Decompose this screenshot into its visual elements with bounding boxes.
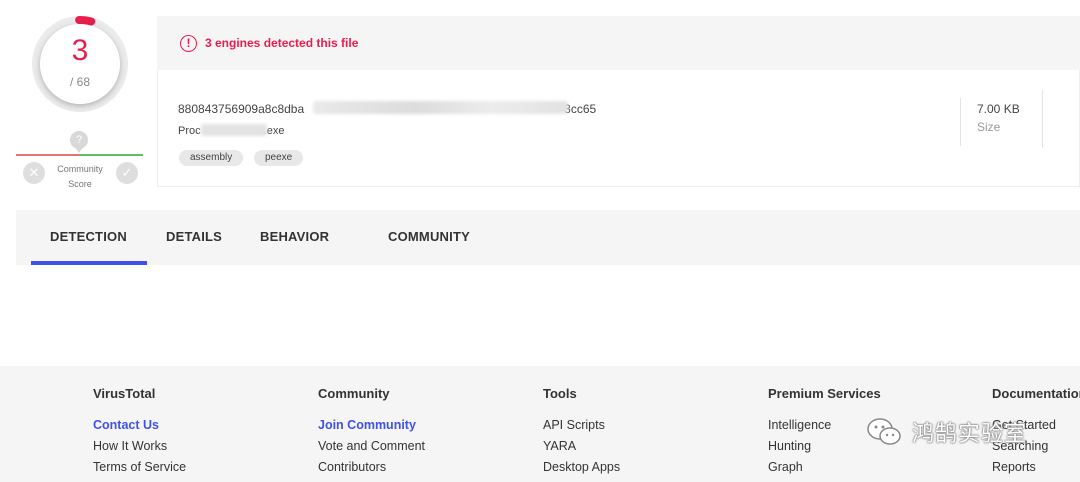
footer-heading: Tools xyxy=(543,386,577,401)
report-tabs: DETECTION DETAILS BEHAVIOR COMMUNITY xyxy=(16,210,1080,265)
community-score-label: Community Score xyxy=(48,162,112,192)
negative-bar xyxy=(16,154,79,156)
tab-detection[interactable]: DETECTION xyxy=(50,229,127,244)
name-redaction xyxy=(201,124,267,136)
page: 3 / 68 ? ✕ Community Score ✓ ! 3 engines… xyxy=(0,0,1080,482)
positive-bar xyxy=(79,154,143,156)
footer-heading: Community xyxy=(318,386,390,401)
footer-link-contributors[interactable]: Contributors xyxy=(318,457,425,478)
footer-link-intelligence[interactable]: Intelligence xyxy=(768,415,881,436)
community-score-marker-icon: ? xyxy=(70,131,88,153)
footer-column-community: Community Join Community Vote and Commen… xyxy=(318,386,425,478)
active-tab-indicator xyxy=(31,261,147,265)
tab-community[interactable]: COMMUNITY xyxy=(388,229,470,244)
vote-harmless-icon[interactable]: ✓ xyxy=(116,162,138,184)
alert-circle-icon: ! xyxy=(180,35,197,52)
footer-link-terms[interactable]: Terms of Service xyxy=(93,457,186,478)
hash-prefix: 88084375690 xyxy=(178,102,252,116)
footer-link-hunting[interactable]: Hunting xyxy=(768,436,881,457)
wechat-icon xyxy=(867,418,901,445)
divider xyxy=(960,98,961,146)
footer-heading: Premium Services xyxy=(768,386,881,401)
community-score-label-line1: Community xyxy=(57,164,103,174)
tag-peexe[interactable]: peexe xyxy=(254,150,304,166)
footer-link-reports[interactable]: Reports xyxy=(992,457,1080,478)
footer-link-how-it-works[interactable]: How It Works xyxy=(93,436,186,457)
footer-link-join-community[interactable]: Join Community xyxy=(318,415,425,436)
tab-details[interactable]: DETAILS xyxy=(166,229,222,244)
detection-alert-bar: ! 3 engines detected this file xyxy=(157,16,1080,70)
hash-mid: 9a8c8dba xyxy=(251,102,305,116)
file-size-label: Size xyxy=(977,120,1001,134)
file-info-panel: 880843756909a8c8dba 3cc65 Proc ..exe assem… xyxy=(157,70,1080,187)
footer-column-premium-services: Premium Services Intelligence Hunting Gr… xyxy=(768,386,881,478)
footer-column-virustotal: VirusTotal Contact Us How It Works Terms… xyxy=(93,386,186,478)
vote-malicious-icon[interactable]: ✕ xyxy=(23,162,45,184)
watermark-text: 鸿鹄实验室 xyxy=(912,422,1028,447)
footer-column-tools: Tools API Scripts YARA Desktop Apps xyxy=(543,386,620,478)
community-score-label-line2: Score xyxy=(68,179,92,189)
engine-total: / 68 xyxy=(69,75,90,89)
footer-link-desktop-apps[interactable]: Desktop Apps xyxy=(543,457,620,478)
detection-score-gauge: 3 / 68 xyxy=(32,16,128,112)
footer-link-vote-comment[interactable]: Vote and Comment xyxy=(318,436,425,457)
detection-count: 3 xyxy=(71,34,89,67)
hash-redaction xyxy=(313,101,568,114)
name-prefix: Proc xyxy=(178,125,201,137)
hash-suffix: 3cc65 xyxy=(564,102,597,116)
file-size-value: 7.00 KB xyxy=(977,102,1020,116)
tab-behavior[interactable]: BEHAVIOR xyxy=(260,229,329,244)
footer-heading: VirusTotal xyxy=(93,386,156,401)
community-score-bar xyxy=(16,154,143,156)
tag-assembly[interactable]: assembly xyxy=(179,150,244,166)
footer-link-contact-us[interactable]: Contact Us xyxy=(93,415,186,436)
divider xyxy=(1042,90,1043,148)
watermark: 鸿鹄实验室 xyxy=(866,417,1027,447)
detection-alert-text: 3 engines detected this file xyxy=(205,36,359,50)
footer-heading: Documentation xyxy=(992,386,1080,401)
footer-link-api-scripts[interactable]: API Scripts xyxy=(543,415,620,436)
footer-link-yara[interactable]: YARA xyxy=(543,436,620,457)
footer-link-graph[interactable]: Graph xyxy=(768,457,881,478)
